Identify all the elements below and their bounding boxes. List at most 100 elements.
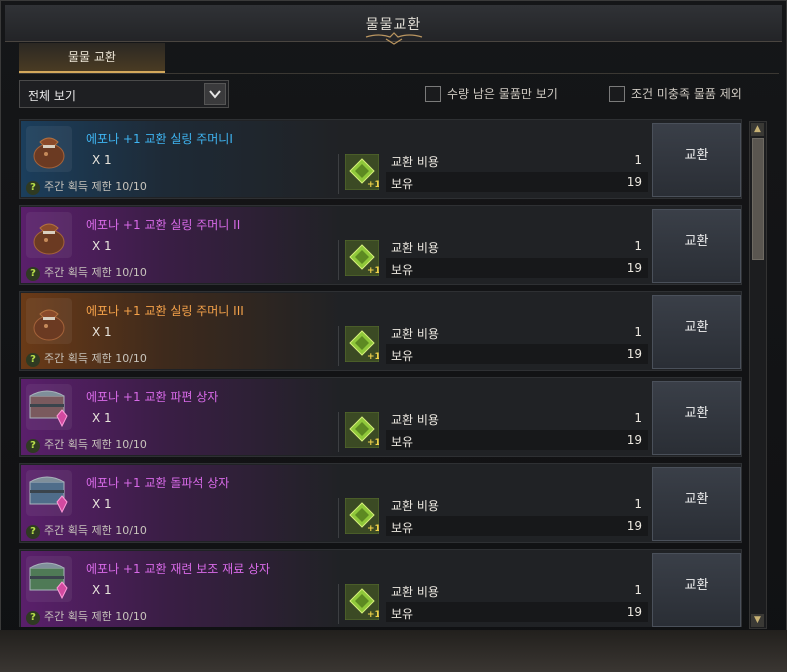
chest-icon bbox=[26, 384, 72, 430]
item-quantity: X 1 bbox=[92, 497, 112, 511]
exchange-cost: 교환 비용 1 bbox=[386, 322, 648, 342]
list-item: 에포나 +1 교환 실링 주머니 II X 1 ? 주간 획득 제한 10/10 … bbox=[19, 205, 742, 285]
exchange-button[interactable]: 교환 bbox=[652, 467, 741, 541]
weekly-limit: ? 주간 획득 제한 10/10 bbox=[26, 264, 147, 281]
owned-label: 보유 bbox=[391, 521, 414, 535]
divider bbox=[338, 154, 339, 194]
list-item: 에포나 +1 교환 실링 주머니 III X 1 ? 주간 획득 제한 10/10… bbox=[19, 291, 742, 371]
item-name: 에포나 +1 교환 실링 주머니I bbox=[86, 132, 233, 146]
owned-amount: 보유 19 bbox=[386, 430, 648, 450]
divider bbox=[338, 412, 339, 452]
pouch-icon bbox=[26, 212, 72, 258]
cost-label: 교환 비용 bbox=[391, 413, 439, 427]
svg-text:+1: +1 bbox=[367, 266, 379, 276]
owned-value: 19 bbox=[626, 261, 642, 275]
exchange-cost: 교환 비용 1 bbox=[386, 236, 648, 256]
exchange-cost: 교환 비용 1 bbox=[386, 494, 648, 514]
help-icon[interactable]: ? bbox=[26, 525, 40, 539]
weekly-limit-text: 주간 획득 제한 10/10 bbox=[44, 438, 147, 451]
owned-value: 19 bbox=[626, 347, 642, 361]
help-icon[interactable]: ? bbox=[26, 267, 40, 281]
item-name: 에포나 +1 교환 돌파석 상자 bbox=[86, 476, 230, 490]
exchange-button[interactable]: 교환 bbox=[652, 123, 741, 197]
cost-value: 1 bbox=[634, 411, 642, 425]
cost-label: 교환 비용 bbox=[391, 585, 439, 599]
currency-icon: +1 bbox=[345, 240, 379, 276]
weekly-limit: ? 주간 획득 제한 10/10 bbox=[26, 522, 147, 539]
background-scene bbox=[0, 630, 787, 672]
cost-value: 1 bbox=[634, 325, 642, 339]
owned-value: 19 bbox=[626, 519, 642, 533]
checkbox-label: 조건 미충족 물품 제외 bbox=[631, 87, 742, 101]
svg-text:+1: +1 bbox=[367, 438, 379, 448]
chevron-down-icon[interactable] bbox=[204, 83, 226, 105]
exchange-cost: 교환 비용 1 bbox=[386, 150, 648, 170]
owned-label: 보유 bbox=[391, 607, 414, 621]
help-icon[interactable]: ? bbox=[26, 611, 40, 625]
svg-text:+1: +1 bbox=[367, 524, 379, 534]
checkbox-box[interactable] bbox=[425, 85, 441, 102]
exchange-cost: 교환 비용 1 bbox=[386, 580, 648, 600]
pouch-icon bbox=[26, 126, 72, 172]
cost-value: 1 bbox=[634, 583, 642, 597]
cost-label: 교환 비용 bbox=[391, 499, 439, 513]
exchange-button[interactable]: 교환 bbox=[652, 295, 741, 369]
cost-value: 1 bbox=[634, 239, 642, 253]
currency-icon: +1 bbox=[345, 326, 379, 362]
owned-value: 19 bbox=[626, 605, 642, 619]
weekly-limit-text: 주간 획득 제한 10/10 bbox=[44, 180, 147, 193]
item-quantity: X 1 bbox=[92, 239, 112, 253]
checkbox-box[interactable] bbox=[609, 85, 625, 102]
exchange-button[interactable]: 교환 bbox=[652, 381, 741, 455]
pouch-icon bbox=[26, 298, 72, 344]
owned-value: 19 bbox=[626, 175, 642, 189]
exchange-button[interactable]: 교환 bbox=[652, 209, 741, 283]
scrollbar[interactable]: ▲ ▼ bbox=[749, 121, 767, 629]
owned-label: 보유 bbox=[391, 177, 414, 191]
owned-amount: 보유 19 bbox=[386, 516, 648, 536]
item-quantity: X 1 bbox=[92, 325, 112, 339]
category-dropdown[interactable]: 전체 보기 bbox=[19, 80, 229, 108]
owned-amount: 보유 19 bbox=[386, 258, 648, 278]
item-list: 에포나 +1 교환 실링 주머니I X 1 ? 주간 획득 제한 10/10 +1… bbox=[19, 119, 748, 627]
tab-barter[interactable]: 물물 교환 bbox=[19, 43, 165, 73]
chest-icon bbox=[26, 556, 72, 602]
item-quantity: X 1 bbox=[92, 153, 112, 167]
chest-icon bbox=[26, 470, 72, 516]
scroll-thumb[interactable] bbox=[752, 138, 764, 260]
owned-amount: 보유 19 bbox=[386, 344, 648, 364]
weekly-limit-text: 주간 획득 제한 10/10 bbox=[44, 352, 147, 365]
weekly-limit-text: 주간 획득 제한 10/10 bbox=[44, 266, 147, 279]
owned-amount: 보유 19 bbox=[386, 172, 648, 192]
currency-icon: +1 bbox=[345, 584, 379, 620]
list-item: 에포나 +1 교환 돌파석 상자 X 1 ? 주간 획득 제한 10/10 +1 … bbox=[19, 463, 742, 543]
divider bbox=[338, 584, 339, 624]
cost-value: 1 bbox=[634, 153, 642, 167]
currency-icon: +1 bbox=[345, 412, 379, 448]
checkbox-exclude-unmet[interactable]: 조건 미충족 물품 제외 bbox=[609, 85, 742, 103]
exchange-button[interactable]: 교환 bbox=[652, 553, 741, 627]
item-quantity: X 1 bbox=[92, 411, 112, 425]
currency-icon: +1 bbox=[345, 154, 379, 190]
dropdown-value: 전체 보기 bbox=[28, 89, 76, 103]
owned-label: 보유 bbox=[391, 263, 414, 277]
item-quantity: X 1 bbox=[92, 583, 112, 597]
list-item: 에포나 +1 교환 재련 보조 재료 상자 X 1 ? 주간 획득 제한 10/1… bbox=[19, 549, 742, 627]
svg-text:+1: +1 bbox=[367, 180, 379, 190]
svg-text:+1: +1 bbox=[367, 610, 379, 620]
checkbox-remaining-only[interactable]: 수량 남은 물품만 보기 bbox=[425, 85, 558, 103]
weekly-limit-text: 주간 획득 제한 10/10 bbox=[44, 524, 147, 537]
checkbox-label: 수량 남은 물품만 보기 bbox=[447, 87, 558, 101]
help-icon[interactable]: ? bbox=[26, 439, 40, 453]
list-item: 에포나 +1 교환 실링 주머니I X 1 ? 주간 획득 제한 10/10 +1… bbox=[19, 119, 742, 199]
item-name: 에포나 +1 교환 재련 보조 재료 상자 bbox=[86, 562, 271, 576]
svg-text:+1: +1 bbox=[367, 352, 379, 362]
help-icon[interactable]: ? bbox=[26, 181, 40, 195]
help-icon[interactable]: ? bbox=[26, 353, 40, 367]
item-name: 에포나 +1 교환 실링 주머니 II bbox=[86, 218, 241, 232]
weekly-limit: ? 주간 획득 제한 10/10 bbox=[26, 178, 147, 195]
divider bbox=[338, 498, 339, 538]
divider bbox=[338, 240, 339, 280]
scroll-down-icon[interactable]: ▼ bbox=[751, 614, 764, 627]
scroll-up-icon[interactable]: ▲ bbox=[751, 123, 764, 136]
